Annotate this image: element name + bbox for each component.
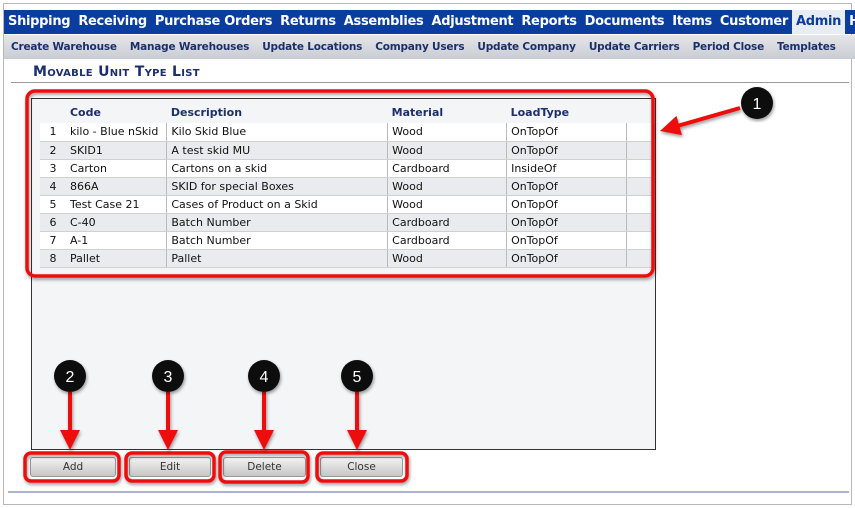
delete-highlight — [218, 450, 310, 484]
arrow-head — [60, 430, 80, 450]
annotation-number: 2 — [66, 369, 75, 386]
annotation-arrow — [674, 106, 741, 129]
annotation-number: 1 — [753, 96, 762, 113]
annotation-layer: 1 2 3 4 5 — [23, 87, 773, 484]
add-highlight — [23, 451, 121, 483]
close-highlight — [315, 451, 409, 483]
annotation-number: 4 — [260, 369, 269, 386]
annotation-number: 5 — [353, 369, 362, 386]
arrow-head — [158, 430, 178, 450]
annotation-number: 3 — [164, 369, 173, 386]
edit-highlight — [124, 451, 216, 483]
table-highlight — [25, 89, 655, 278]
arrow-head — [347, 430, 367, 450]
arrow-head — [254, 430, 274, 450]
arrow-head — [660, 115, 682, 136]
